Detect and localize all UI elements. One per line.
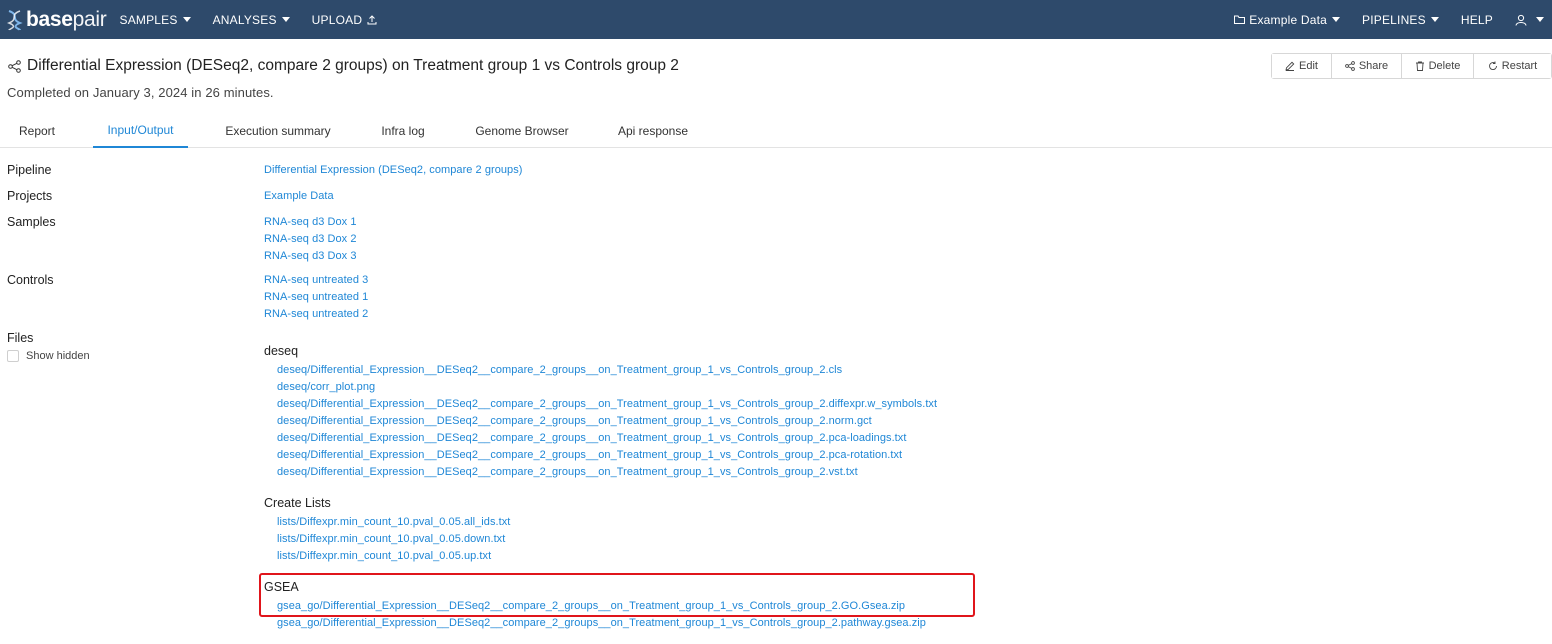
projects-label: Projects <box>7 189 53 203</box>
nav-help-label: HELP <box>1460 12 1493 27</box>
nav-upload-label: UPLOAD <box>311 12 363 27</box>
show-hidden-label: Show hidden <box>26 350 90 362</box>
samples-label: Samples <box>7 215 56 229</box>
top-navbar: basepair SAMPLES ANALYSES UPLOAD Example… <box>0 0 1552 39</box>
user-icon <box>1515 14 1527 26</box>
chevron-down-icon <box>1536 17 1544 22</box>
tab-input-output[interactable]: Input/Output <box>93 114 188 148</box>
file-link[interactable]: deseq/Differential_Expression__DESeq2__c… <box>277 415 872 427</box>
analysis-actions: Edit Share Delete Restart <box>1271 53 1552 79</box>
chevron-down-icon <box>1332 17 1341 22</box>
tab-api-response[interactable]: Api response <box>606 114 700 148</box>
file-link[interactable]: deseq/Differential_Expression__DESeq2__c… <box>277 449 902 461</box>
tab-infra-log[interactable]: Infra log <box>368 114 438 148</box>
pipeline-link[interactable]: Differential Expression (DESeq2, compare… <box>264 164 522 176</box>
brand-light: pair <box>72 7 107 31</box>
control-link[interactable]: RNA-seq untreated 2 <box>264 308 368 320</box>
restart-button[interactable]: Restart <box>1474 54 1551 78</box>
file-link[interactable]: deseq/Differential_Expression__DESeq2__c… <box>277 364 842 376</box>
page-title-text: Differential Expression (DESeq2, compare… <box>27 57 679 74</box>
completion-status: Completed on January 3, 2024 in 26 minut… <box>7 85 274 100</box>
tab-execution-summary[interactable]: Execution summary <box>214 114 342 148</box>
nav-example-data-label: Example Data <box>1249 12 1328 27</box>
sample-link[interactable]: RNA-seq d3 Dox 2 <box>264 233 357 245</box>
file-link[interactable]: lists/Diffexpr.min_count_10.pval_0.05.up… <box>277 550 491 562</box>
deseq-section-title: deseq <box>264 344 299 358</box>
show-hidden-checkbox[interactable] <box>7 350 19 362</box>
chevron-down-icon <box>182 17 191 22</box>
brand-bold: base <box>26 7 73 31</box>
chevron-down-icon <box>1430 17 1439 22</box>
sample-link[interactable]: RNA-seq d3 Dox 3 <box>264 250 357 262</box>
pencil-icon <box>1285 61 1295 71</box>
highlight-annotation-box <box>259 573 975 617</box>
analysis-tabs: Report Input/Output Execution summary In… <box>0 114 1552 148</box>
edit-label: Edit <box>1299 60 1318 72</box>
nav-pipelines[interactable]: PIPELINES <box>1362 13 1439 27</box>
nav-help[interactable]: HELP <box>1461 13 1493 27</box>
nav-samples[interactable]: SAMPLES <box>120 13 191 27</box>
nav-analyses[interactable]: ANALYSES <box>213 13 290 27</box>
file-link[interactable]: lists/Diffexpr.min_count_10.pval_0.05.do… <box>277 533 505 545</box>
nav-pipelines-label: PIPELINES <box>1362 12 1426 27</box>
share-button[interactable]: Share <box>1332 54 1402 78</box>
dna-logo-icon <box>6 9 23 31</box>
trash-icon <box>1415 61 1424 71</box>
pipeline-graph-icon <box>8 59 21 73</box>
file-link[interactable]: deseq/corr_plot.png <box>277 381 375 393</box>
file-link[interactable]: deseq/Differential_Expression__DESeq2__c… <box>277 398 937 410</box>
nav-example-data[interactable]: Example Data <box>1234 12 1341 27</box>
file-link[interactable]: deseq/Differential_Expression__DESeq2__c… <box>277 432 906 444</box>
restart-label: Restart <box>1501 60 1538 72</box>
file-link[interactable]: lists/Diffexpr.min_count_10.pval_0.05.al… <box>277 516 510 528</box>
nav-analyses-label: ANALYSES <box>212 12 277 27</box>
share-icon <box>1344 61 1355 71</box>
nav-user-menu[interactable] <box>1515 14 1544 26</box>
lists-section-title: Create Lists <box>264 496 331 510</box>
basepair-logo[interactable]: basepair <box>6 0 107 39</box>
restart-icon <box>1488 61 1497 70</box>
project-link[interactable]: Example Data <box>264 190 334 202</box>
share-label: Share <box>1358 60 1389 72</box>
show-hidden-toggle[interactable]: Show hidden <box>7 350 90 362</box>
controls-label: Controls <box>7 273 54 287</box>
upload-icon <box>367 14 377 24</box>
sample-link[interactable]: RNA-seq d3 Dox 1 <box>264 216 357 228</box>
page-title: Differential Expression (DESeq2, compare… <box>8 57 679 75</box>
delete-button[interactable]: Delete <box>1402 54 1474 78</box>
pipeline-label: Pipeline <box>7 163 52 177</box>
control-link[interactable]: RNA-seq untreated 1 <box>264 291 368 303</box>
nav-samples-label: SAMPLES <box>119 12 178 27</box>
tab-report[interactable]: Report <box>6 114 68 148</box>
folder-icon <box>1234 15 1246 24</box>
files-label: Files <box>7 331 34 345</box>
nav-upload[interactable]: UPLOAD <box>312 13 378 27</box>
chevron-down-icon <box>281 17 290 22</box>
tab-genome-browser[interactable]: Genome Browser <box>464 114 580 148</box>
file-link[interactable]: gsea_go/Differential_Expression__DESeq2_… <box>277 617 926 629</box>
control-link[interactable]: RNA-seq untreated 3 <box>264 274 368 286</box>
edit-button[interactable]: Edit <box>1272 54 1332 78</box>
delete-label: Delete <box>1428 60 1461 72</box>
file-link[interactable]: deseq/Differential_Expression__DESeq2__c… <box>277 466 858 478</box>
